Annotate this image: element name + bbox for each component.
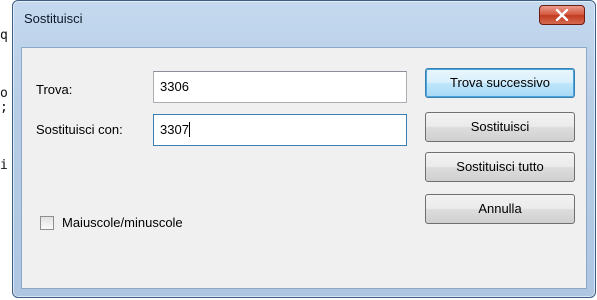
dialog-body: Trova: 3306 Sostituisci con: 3307 Maiusc…	[21, 47, 587, 289]
editor-line: q	[0, 28, 8, 43]
dialog-title: Sostituisci	[24, 11, 83, 26]
editor-line: ;	[0, 100, 8, 115]
replace-label: Sostituisci con:	[36, 122, 123, 137]
replace-dialog: Sostituisci Trova: 3306 Sostituisci con:…	[12, 0, 596, 298]
find-next-button[interactable]: Trova successivo	[425, 68, 575, 98]
replace-input-value: 3307	[160, 122, 189, 137]
text-caret	[188, 122, 190, 137]
find-label: Trova:	[36, 82, 73, 97]
title-bar[interactable]: Sostituisci	[13, 1, 595, 37]
editor-line: i	[0, 158, 8, 173]
find-input[interactable]: 3306	[153, 71, 407, 103]
find-input-value: 3306	[160, 79, 189, 94]
close-button[interactable]	[539, 5, 585, 25]
match-case-label[interactable]: Maiuscole/minuscole	[62, 215, 183, 230]
close-icon	[555, 9, 569, 21]
editor-line: o	[0, 86, 8, 101]
replace-all-button[interactable]: Sostituisci tutto	[425, 152, 575, 182]
match-case-checkbox[interactable]	[40, 216, 54, 230]
cancel-button[interactable]: Annulla	[425, 194, 575, 224]
replace-input[interactable]: 3307	[153, 114, 407, 146]
replace-button[interactable]: Sostituisci	[425, 112, 575, 142]
